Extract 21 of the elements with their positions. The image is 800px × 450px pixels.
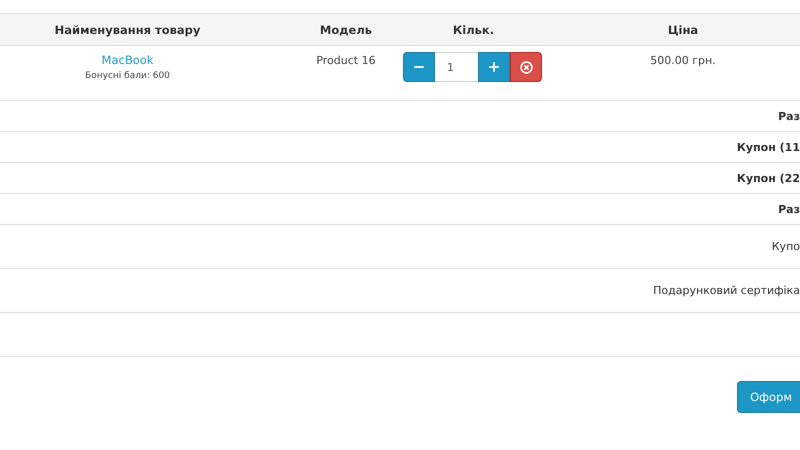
decrease-button[interactable]: [403, 52, 435, 82]
remove-button[interactable]: [510, 52, 542, 82]
option-label: Подарунковий сертифіка: [653, 284, 800, 297]
column-header: Модель: [318, 22, 374, 36]
quantity-field[interactable]: 1: [435, 52, 478, 82]
plus-icon: [487, 60, 501, 74]
remove-icon: [520, 60, 532, 74]
price-cell-text: 500.00 грн.: [649, 53, 717, 67]
column-header: Ціна: [666, 22, 700, 36]
bonus-points: Бонусні бали: 600: [85, 71, 170, 81]
total-label: Раз: [778, 110, 800, 122]
total-label: Раз: [778, 202, 800, 216]
model-cell-text: Product 16: [315, 53, 377, 67]
checkout-button[interactable]: Оформ: [737, 381, 800, 413]
total-label: Купон (11: [736, 140, 800, 154]
option-label: Купо: [772, 240, 800, 253]
column-header: Найменування товару: [54, 22, 202, 36]
column-header: Кільк.: [452, 22, 496, 36]
increase-button[interactable]: [478, 52, 510, 82]
product-link[interactable]: MacBook: [102, 53, 154, 67]
total-label: Купон (22: [736, 172, 800, 184]
